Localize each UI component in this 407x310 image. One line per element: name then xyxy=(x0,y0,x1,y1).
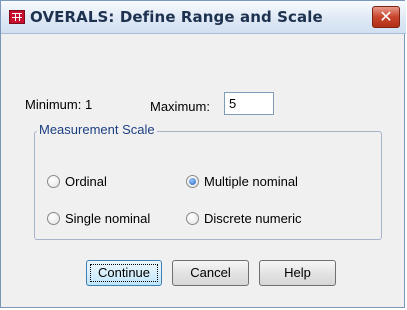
radio-single-nominal-label[interactable]: Single nominal xyxy=(65,211,150,226)
radio-multiple-nominal-label[interactable]: Multiple nominal xyxy=(204,174,298,189)
define-range-scale-dialog: OVERALS: Define Range and Scale ✕ Minimu… xyxy=(0,0,406,308)
radio-button[interactable] xyxy=(186,212,199,225)
radio-button[interactable] xyxy=(47,175,60,188)
close-button[interactable]: ✕ xyxy=(372,6,400,28)
continue-button[interactable]: Continue xyxy=(86,260,162,286)
radio-discrete-numeric-label[interactable]: Discrete numeric xyxy=(204,211,302,226)
continue-button-label: Continue xyxy=(97,265,151,280)
minimum-label: Minimum: 1 xyxy=(25,97,93,112)
title-bar[interactable]: OVERALS: Define Range and Scale ✕ xyxy=(1,1,406,34)
maximum-label: Maximum: xyxy=(150,99,210,114)
radio-button[interactable] xyxy=(186,175,199,188)
window-title: OVERALS: Define Range and Scale xyxy=(30,8,323,26)
measurement-scale-legend: Measurement Scale xyxy=(37,122,157,137)
help-button[interactable]: Help xyxy=(259,260,336,286)
maximum-input[interactable]: 5 xyxy=(224,92,274,115)
help-button-label: Help xyxy=(284,265,311,280)
spss-grid-icon xyxy=(9,10,25,24)
close-icon: ✕ xyxy=(379,7,393,26)
cancel-button-label: Cancel xyxy=(190,265,231,280)
cancel-button[interactable]: Cancel xyxy=(172,260,249,286)
radio-button[interactable] xyxy=(47,212,60,225)
radio-ordinal-label[interactable]: Ordinal xyxy=(65,174,107,189)
